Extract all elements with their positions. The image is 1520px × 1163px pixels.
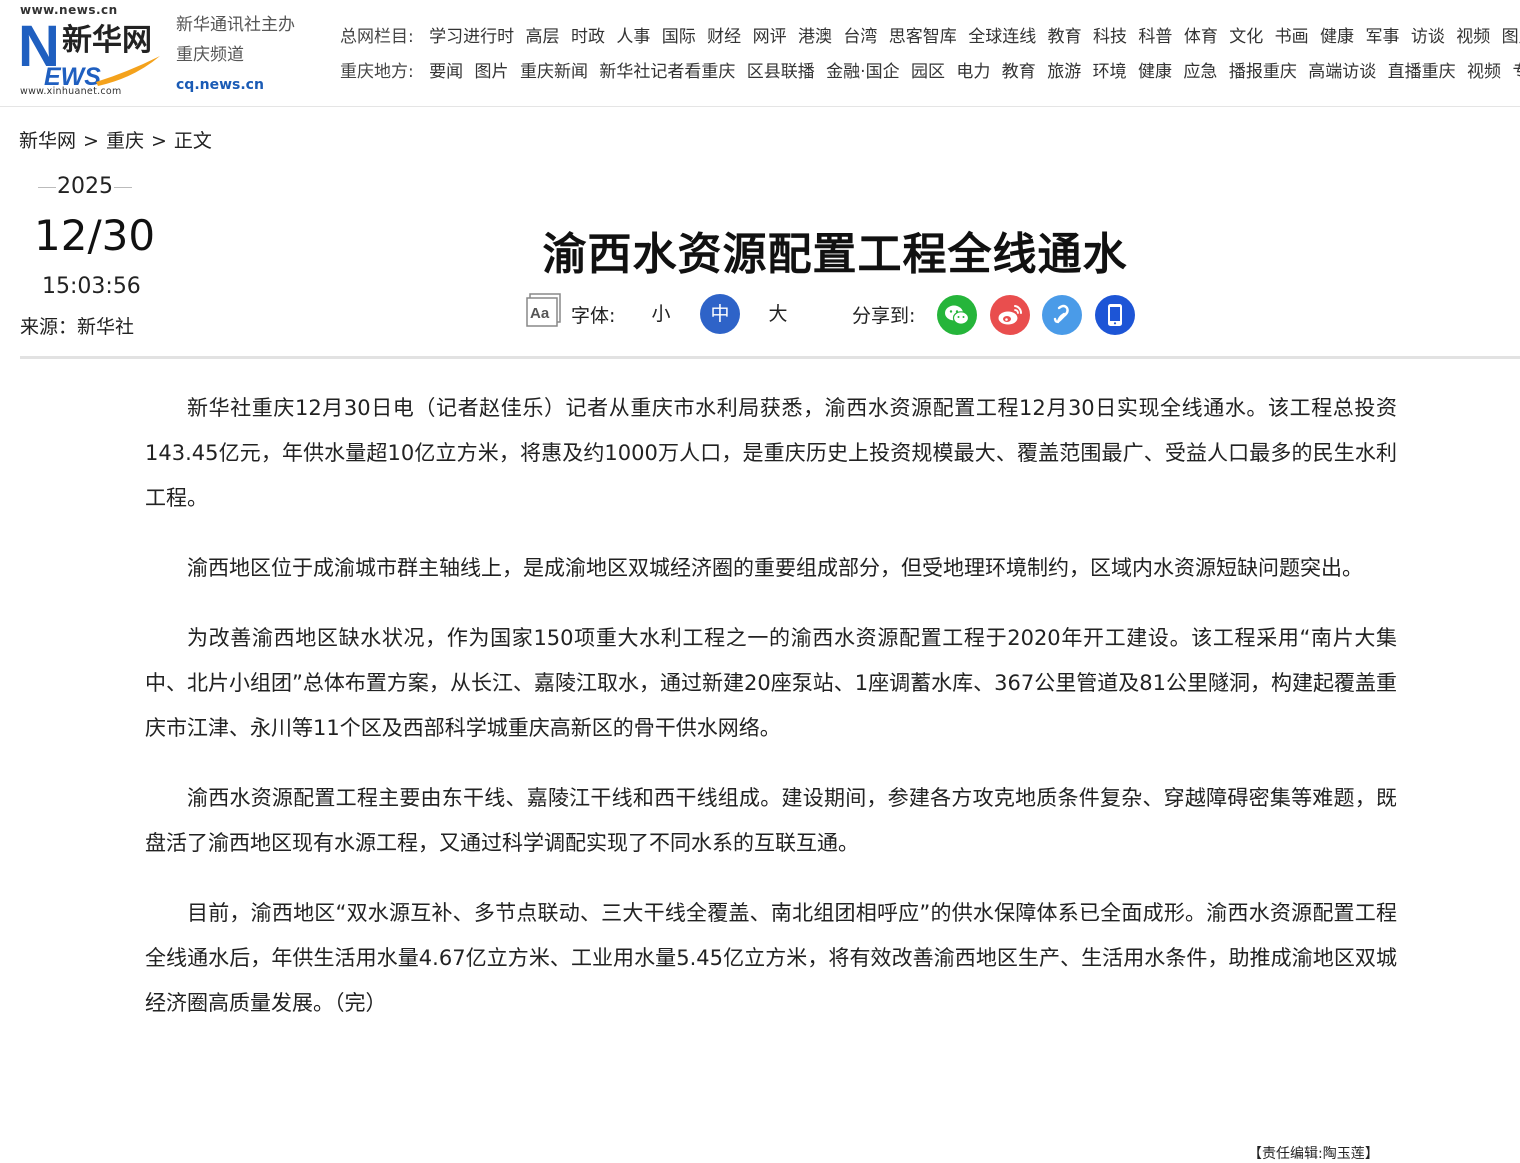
wechat-icon <box>945 305 970 325</box>
logo-swoosh-icon <box>96 56 160 86</box>
local-item-emergency[interactable]: 应急 <box>1183 62 1217 82</box>
nav-item-world[interactable]: 国际 <box>662 27 696 47</box>
local-item-live[interactable]: 直播重庆 <box>1388 62 1456 82</box>
channel-site-link[interactable]: cq.news.cn <box>176 72 295 98</box>
font-size-large-button[interactable]: 大 <box>758 294 798 334</box>
xinhua-logo-mark-icon: N 新华网 EWS <box>18 16 160 88</box>
title-divider <box>20 356 1520 359</box>
article-paragraph: 渝西地区位于成渝城市群主轴线上，是成渝地区双城经济圈的重要组成部分，但受地理环境… <box>187 556 1363 580</box>
nav-item-think-tank[interactable]: 思客智库 <box>889 27 957 47</box>
local-item-broadcast[interactable]: 播报重庆 <box>1229 62 1297 82</box>
font-size-medium-button[interactable]: 中 <box>700 294 740 334</box>
logo-brand-text: 新华网 <box>62 23 152 58</box>
nav-item-personnel[interactable]: 人事 <box>616 27 650 47</box>
local-item-environment[interactable]: 环境 <box>1093 62 1127 82</box>
article-tools: Aa 字体: 小 中 大 分享到: <box>526 293 1166 337</box>
publish-day: 12/30 <box>34 211 156 260</box>
mobile-icon <box>1108 304 1122 326</box>
nav-item-comment[interactable]: 网评 <box>753 27 787 47</box>
local-item-interviews[interactable]: 高端访谈 <box>1308 62 1376 82</box>
nav-item-sports[interactable]: 体育 <box>1184 27 1218 47</box>
share-link-button[interactable] <box>1042 295 1082 335</box>
font-size-label: 字体: <box>571 305 616 327</box>
local-item-districts[interactable]: 区县联播 <box>747 62 815 82</box>
breadcrumb-current: 正文 <box>173 130 212 152</box>
main-nav: 总网栏目: 学习进行时 高层 时政 人事 国际 财经 网评 港澳 台湾 思客智库… <box>340 22 1520 47</box>
local-item-health[interactable]: 健康 <box>1138 62 1172 82</box>
channel-sponsor: 新华通讯社主办 重庆频道 cq.news.cn <box>176 10 295 98</box>
nav-item-education[interactable]: 教育 <box>1048 27 1082 47</box>
link-icon <box>1053 304 1069 324</box>
nav-item-tech[interactable]: 科技 <box>1093 27 1127 47</box>
local-item-reporters[interactable]: 新华社记者看重庆 <box>599 62 735 82</box>
share-wechat-button[interactable] <box>937 295 977 335</box>
xinhua-logo[interactable]: www.news.cn N 新华网 EWS www.xinhuanet.com <box>18 3 164 100</box>
local-item-parks[interactable]: 园区 <box>911 62 945 82</box>
article-paragraph: 为改善渝西地区缺水状况，作为国家150项重大水利工程之一的渝西水资源配置工程于2… <box>145 626 1397 740</box>
channel-name: 重庆频道 <box>176 45 244 65</box>
share-label: 分享到: <box>852 305 916 327</box>
publish-time: 15:03:56 <box>42 274 141 299</box>
main-nav-label: 总网栏目: <box>340 27 414 47</box>
local-item-travel[interactable]: 旅游 <box>1047 62 1081 82</box>
article-source: 来源：新华社 <box>20 316 135 338</box>
article-body: 新华社重庆12月30日电（记者赵佳乐）记者从重庆市水利局获悉，渝西水资源配置工程… <box>145 386 1397 1051</box>
nav-item-calligraphy[interactable]: 书画 <box>1275 27 1309 47</box>
sponsor-line: 新华通讯社主办 <box>176 15 295 35</box>
breadcrumb-separator: > <box>150 130 167 152</box>
responsible-editor: 【责任编辑:陶玉莲】 <box>1248 1146 1379 1162</box>
local-item-education[interactable]: 教育 <box>1002 62 1036 82</box>
logo-url-bottom: www.xinhuanet.com <box>20 86 122 97</box>
local-item-news[interactable]: 要闻 <box>429 62 463 82</box>
local-nav: 重庆地方: 要闻 图片 重庆新闻 新华社记者看重庆 区县联播 金融·国企 园区 … <box>340 57 1520 82</box>
nav-item-study[interactable]: 学习进行时 <box>429 27 514 47</box>
logo-url-top: www.news.cn <box>20 3 118 17</box>
nav-item-global-link[interactable]: 全球连线 <box>968 27 1036 47</box>
font-size-icon: Aa <box>526 293 561 327</box>
article-paragraph: 新华社重庆12月30日电（记者赵佳乐）记者从重庆市水利局获悉，渝西水资源配置工程… <box>145 396 1397 510</box>
nav-item-photo[interactable]: 图片 <box>1502 27 1520 47</box>
nav-item-taiwan[interactable]: 台湾 <box>843 27 877 47</box>
nav-item-hk-macao[interactable]: 港澳 <box>798 27 832 47</box>
article-paragraph: 渝西水资源配置工程主要由东干线、嘉陵江干线和西干线组成。建设期间，参建各方攻克地… <box>145 786 1397 855</box>
share-weibo-button[interactable] <box>990 295 1030 335</box>
svg-text:Aa: Aa <box>530 305 550 322</box>
nav-item-interview[interactable]: 访谈 <box>1411 27 1445 47</box>
share-mobile-button[interactable] <box>1095 295 1135 335</box>
local-item-video[interactable]: 视频 <box>1467 62 1501 82</box>
local-nav-label: 重庆地方: <box>340 62 414 82</box>
nav-item-science-pop[interactable]: 科普 <box>1138 27 1172 47</box>
site-header: www.news.cn N 新华网 EWS www.xinhuanet.com … <box>0 0 1520 107</box>
article-title: 渝西水资源配置工程全线通水 <box>542 229 1128 281</box>
logo-ews-letters: EWS <box>44 63 101 88</box>
nav-item-leaders[interactable]: 高层 <box>526 27 560 47</box>
local-item-special[interactable]: 专题 <box>1512 62 1520 82</box>
breadcrumb: 新华网 > 重庆 > 正文 <box>19 126 212 153</box>
year-divider-right <box>114 187 132 188</box>
article-paragraph: 目前，渝西地区“双水源互补、多节点联动、三大干线全覆盖、南北组团相呼应”的供水保… <box>145 901 1397 1015</box>
breadcrumb-home[interactable]: 新华网 <box>19 130 76 152</box>
local-item-finance-soe[interactable]: 金融·国企 <box>826 62 899 82</box>
nav-item-culture[interactable]: 文化 <box>1229 27 1263 47</box>
font-size-small-button[interactable]: 小 <box>641 294 681 334</box>
weibo-icon <box>998 305 1023 325</box>
local-item-power[interactable]: 电力 <box>956 62 990 82</box>
nav-item-military[interactable]: 军事 <box>1365 27 1399 47</box>
nav-item-health[interactable]: 健康 <box>1320 27 1354 47</box>
nav-item-video[interactable]: 视频 <box>1456 27 1490 47</box>
breadcrumb-separator: > <box>83 130 99 152</box>
nav-item-finance[interactable]: 财经 <box>707 27 741 47</box>
local-item-cq-news[interactable]: 重庆新闻 <box>520 62 588 82</box>
breadcrumb-section[interactable]: 重庆 <box>106 130 144 152</box>
local-item-photo[interactable]: 图片 <box>475 62 509 82</box>
year-row: 2025 <box>38 172 132 202</box>
nav-item-politics[interactable]: 时政 <box>571 27 605 47</box>
